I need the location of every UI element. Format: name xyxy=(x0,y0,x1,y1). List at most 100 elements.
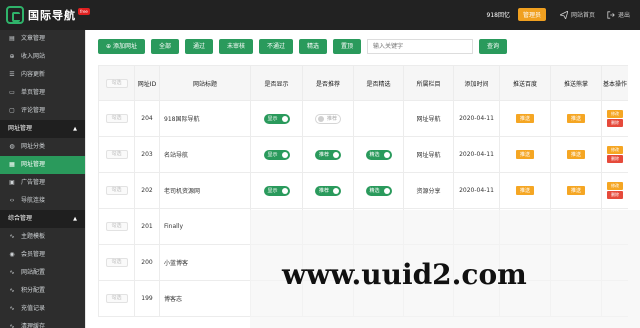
edit-button[interactable]: 修改 xyxy=(607,110,623,118)
delete-button[interactable]: 删除 xyxy=(607,155,623,163)
sidebar-group-label: 网址管理 xyxy=(8,125,33,132)
site-id: 203 xyxy=(134,136,160,173)
doc-icon: ▤ xyxy=(9,35,15,42)
site-title: 老司机资源网 xyxy=(159,172,251,209)
push-bear-button[interactable]: 推送 xyxy=(566,150,585,159)
filter-pending-button[interactable]: 未审核 xyxy=(218,39,253,54)
site-column: 网址导航 xyxy=(403,100,454,137)
username: 918回忆 xyxy=(486,12,510,19)
logo[interactable]: 国际导航 free xyxy=(6,6,90,24)
col-header: 是否精选 xyxy=(353,65,404,101)
send-icon xyxy=(559,10,568,19)
search-input[interactable] xyxy=(367,39,474,54)
row-checkbox[interactable]: 勾选 xyxy=(105,222,128,231)
push-baidu-button[interactable]: 推送 xyxy=(515,186,534,195)
site-title: 名站导航 xyxy=(159,136,251,173)
site-date: 2020-04-11 xyxy=(453,136,500,173)
home-link[interactable]: 网站首页 xyxy=(559,10,595,19)
show-toggle[interactable]: 显示 xyxy=(263,149,290,160)
col-header: 网址ID xyxy=(134,65,160,101)
recommend-toggle[interactable]: 推荐 xyxy=(315,113,341,124)
grid-icon: ▦ xyxy=(9,161,15,168)
col-header: 是否推荐 xyxy=(302,65,354,101)
add-site-button[interactable]: ⊕ 添加网址 xyxy=(98,39,145,54)
sidebar-item-recharge[interactable]: ∿ 充值记录 xyxy=(0,300,85,318)
sidebar-item-clear-cache[interactable]: ∿ 清理缓存 xyxy=(0,318,85,328)
logo-badge: free xyxy=(78,7,90,15)
toolbar: ⊕ 添加网址 全部 通过 未审核 不通过 精选 置顶 查询 xyxy=(98,39,513,54)
sidebar-group-general[interactable]: 综合管理 ▲ xyxy=(0,210,85,228)
role-badge: 管理员 xyxy=(517,8,546,21)
row-checkbox[interactable]: 勾选 xyxy=(105,150,128,159)
site-id: 204 xyxy=(134,100,160,137)
filter-all-button[interactable]: 全部 xyxy=(150,39,179,54)
push-bear-button[interactable]: 推送 xyxy=(566,186,585,195)
sidebar-item-site-manage[interactable]: ▦ 网址管理 xyxy=(0,156,85,174)
row-checkbox[interactable]: 勾选 xyxy=(105,258,128,267)
watermark-text: www.uuid2.com xyxy=(282,258,527,291)
logout-icon xyxy=(607,10,615,19)
show-toggle[interactable]: 显示 xyxy=(263,185,290,196)
row-checkbox[interactable]: 勾选 xyxy=(105,186,128,195)
table-row: 勾选 203 名站导航 显示 推荐 精选 网址导航 2020-04-11 推送 … xyxy=(98,136,628,173)
sidebar-item-label: 充值记录 xyxy=(21,305,46,312)
featured-toggle[interactable]: 精选 xyxy=(365,149,392,160)
row-checkbox[interactable]: 勾选 xyxy=(105,294,128,303)
push-baidu-button[interactable]: 推送 xyxy=(515,114,534,123)
sidebar-item-add-site[interactable]: ⊕ 收入网站 xyxy=(0,48,85,66)
push-bear-button[interactable]: 推送 xyxy=(566,114,585,123)
sidebar-item-label: 网址分类 xyxy=(21,143,46,150)
sidebar-item-updates[interactable]: ☰ 内容更新 xyxy=(0,66,85,84)
sidebar-item-label: 网站配置 xyxy=(21,269,46,276)
sidebar-item-articles[interactable]: ▤ 文章管理 xyxy=(0,30,85,48)
sidebar-item-points-config[interactable]: ∿ 积分配置 xyxy=(0,282,85,300)
show-toggle[interactable]: 显示 xyxy=(263,113,290,124)
sidebar-item-label: 网址管理 xyxy=(21,161,46,168)
col-header: 是否显示 xyxy=(250,65,303,101)
site-date: 2020-04-11 xyxy=(453,100,500,137)
plus-icon: ⊕ xyxy=(9,53,15,60)
col-header: 添加时间 xyxy=(453,65,500,101)
sidebar-item-label: 广告管理 xyxy=(21,179,46,186)
filter-featured-button[interactable]: 精选 xyxy=(299,39,328,54)
sidebar-item-nav-links[interactable]: ‹› 导航连接 xyxy=(0,192,85,210)
pulse-icon: ∿ xyxy=(9,323,15,328)
sidebar-group-sites[interactable]: 网址管理 ▲ xyxy=(0,120,85,138)
sidebar-item-site-categories[interactable]: ◍ 网址分类 xyxy=(0,138,85,156)
recommend-toggle[interactable]: 推荐 xyxy=(315,185,341,196)
filter-reject-button[interactable]: 不通过 xyxy=(259,39,294,54)
delete-button[interactable]: 删除 xyxy=(607,119,623,127)
user-icon: ◉ xyxy=(9,251,15,258)
delete-button[interactable]: 删除 xyxy=(607,191,623,199)
sidebar: ▤ 文章管理 ⊕ 收入网站 ☰ 内容更新 ▭ 单页管理 ▢ 评论管理 网址管理 ▲ ◍ 网址分… xyxy=(0,30,85,328)
pulse-icon: ∿ xyxy=(9,233,15,240)
pulse-icon: ∿ xyxy=(9,305,15,312)
site-id: 202 xyxy=(134,172,160,209)
filter-pass-button[interactable]: 通过 xyxy=(184,39,213,54)
sidebar-item-pages[interactable]: ▭ 单页管理 xyxy=(0,84,85,102)
row-checkbox[interactable]: 勾选 xyxy=(105,114,128,123)
query-button[interactable]: 查询 xyxy=(479,39,508,54)
site-id: 200 xyxy=(134,244,160,281)
top-right-menu: 918回忆 管理员 网站首页 退出 xyxy=(486,8,630,21)
logout-link[interactable]: 退出 xyxy=(607,10,630,19)
globe-icon: ◍ xyxy=(9,143,15,150)
featured-toggle[interactable]: 精选 xyxy=(365,185,392,196)
sidebar-item-site-config[interactable]: ∿ 网站配置 xyxy=(0,264,85,282)
sidebar-item-label: 会员管理 xyxy=(21,251,46,258)
sidebar-item-themes[interactable]: ∿ 主题模板 xyxy=(0,228,85,246)
filter-top-button[interactable]: 置顶 xyxy=(333,39,362,54)
recommend-toggle[interactable]: 推荐 xyxy=(315,149,341,160)
sidebar-item-ads[interactable]: ▣ 广告管理 xyxy=(0,174,85,192)
table-header-row: 勾选 网址ID 网站标题 是否显示 是否推荐 是否精选 所属栏目 添加时间 推送… xyxy=(98,65,628,101)
sidebar-item-members[interactable]: ◉ 会员管理 xyxy=(0,246,85,264)
edit-button[interactable]: 修改 xyxy=(607,182,623,190)
select-all-checkbox[interactable]: 勾选 xyxy=(105,78,128,88)
col-header: 网站标题 xyxy=(159,65,251,101)
sidebar-item-label: 收入网站 xyxy=(21,53,46,60)
push-baidu-button[interactable]: 推送 xyxy=(515,150,534,159)
home-link-label: 网站首页 xyxy=(570,12,595,19)
sidebar-item-comments[interactable]: ▢ 评论管理 xyxy=(0,102,85,120)
edit-button[interactable]: 修改 xyxy=(607,146,623,154)
col-header: 推送百度 xyxy=(499,65,551,101)
